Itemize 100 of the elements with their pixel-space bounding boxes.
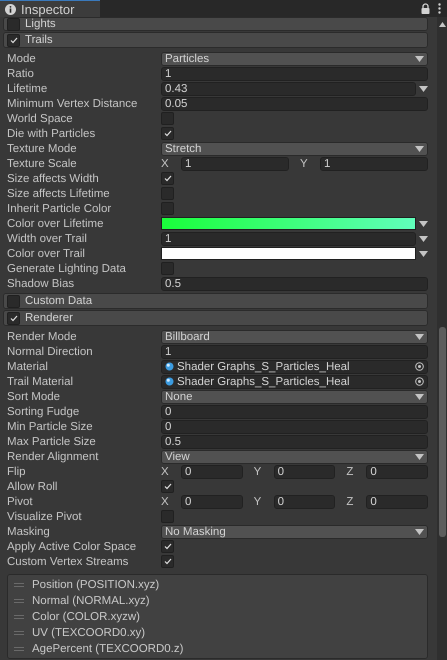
input-field[interactable]: 0 — [274, 494, 336, 508]
section-header[interactable]: Renderer — [3, 310, 428, 326]
property-label: Sort Mode — [7, 390, 62, 402]
checkmark-icon — [164, 130, 172, 137]
axis-label: Z — [346, 496, 354, 508]
checkbox[interactable] — [161, 202, 174, 215]
dropdown[interactable]: No Masking — [161, 524, 428, 538]
dropdown-arrow-icon — [415, 334, 424, 340]
checkbox[interactable] — [161, 187, 174, 200]
object-field[interactable]: Shader Graphs_S_Particles_Heal — [161, 360, 428, 374]
property-label: Max Particle Size — [7, 436, 97, 448]
object-field[interactable]: Shader Graphs_S_Particles_Heal — [161, 374, 428, 388]
checkbox[interactable] — [161, 262, 174, 275]
property-label: Texture Mode — [7, 142, 78, 154]
input-field[interactable]: 0 — [366, 494, 428, 508]
checkbox[interactable] — [161, 127, 174, 140]
sphere-icon — [165, 362, 174, 371]
dropdown[interactable]: Billboard — [161, 330, 428, 344]
property-label: World Space — [7, 112, 74, 124]
property-label: Size affects Width — [7, 172, 100, 184]
input-field[interactable]: 0.43 — [161, 82, 416, 96]
input-field[interactable]: 0 — [161, 420, 428, 434]
property-label: Die with Particles — [7, 128, 96, 140]
section-header[interactable]: Lights — [3, 17, 428, 31]
input-field[interactable]: 0 — [366, 464, 428, 478]
input-field[interactable]: 0.5 — [161, 434, 428, 448]
input-field[interactable]: 0.05 — [161, 96, 428, 110]
checkbox[interactable] — [161, 510, 174, 523]
property-label: Flip — [7, 466, 27, 478]
section-title: Lights — [25, 18, 56, 30]
section-header[interactable]: Custom Data — [3, 293, 428, 309]
color-swatch[interactable] — [161, 247, 416, 260]
dropdown-arrow-icon — [415, 528, 424, 534]
more-options-icon[interactable] — [438, 3, 441, 14]
checkbox[interactable] — [161, 480, 174, 493]
checkmark-icon — [164, 175, 172, 182]
dropdown[interactable]: View — [161, 450, 428, 464]
property-label: Min Particle Size — [7, 420, 94, 432]
property-label: Minimum Vertex Distance — [7, 98, 138, 110]
dropdown-arrow-icon — [415, 56, 424, 62]
property-label: Trail Material — [7, 376, 74, 388]
checkbox[interactable] — [161, 540, 174, 553]
property-label: Material — [7, 360, 49, 372]
section-checkbox[interactable] — [7, 294, 20, 308]
dropdown[interactable]: Stretch — [161, 142, 428, 156]
section-title: Trails — [25, 34, 53, 46]
property-label: Mode — [7, 52, 37, 64]
section-checkbox[interactable] — [7, 312, 20, 324]
input-field[interactable]: 1 — [161, 344, 428, 358]
lock-icon[interactable] — [421, 3, 430, 14]
dropdown[interactable]: None — [161, 390, 428, 404]
input-field[interactable]: 0 — [181, 464, 243, 478]
drag-handle-icon[interactable] — [14, 583, 24, 587]
property-label: Color over Lifetime — [7, 218, 105, 230]
checkbox[interactable] — [161, 555, 174, 568]
dropdown-arrow-icon — [419, 86, 428, 92]
input-field[interactable]: 1 — [161, 232, 416, 246]
stream-item[interactable]: AgePercent (TEXCOORD0.z) — [32, 643, 184, 655]
property-label: Sorting Fudge — [7, 406, 80, 418]
input-field[interactable]: 0 — [161, 404, 428, 418]
property-label: Size affects Lifetime — [7, 188, 111, 200]
property-label: Inherit Particle Color — [7, 202, 112, 214]
section-checkbox[interactable] — [7, 34, 20, 46]
drag-handle-icon[interactable] — [14, 631, 24, 635]
property-label: Custom Vertex Streams — [7, 556, 130, 568]
dropdown-arrow-icon — [415, 394, 424, 400]
scroll-up-icon[interactable] — [438, 22, 446, 27]
input-field[interactable]: 0.5 — [161, 276, 428, 290]
checkmark-icon — [10, 36, 18, 44]
property-label: Apply Active Color Space — [7, 540, 138, 552]
input-field[interactable]: 1 — [161, 66, 428, 80]
gradient-swatch[interactable] — [161, 217, 416, 230]
axis-label: X — [161, 466, 170, 478]
checkbox[interactable] — [161, 112, 174, 125]
sphere-icon — [165, 377, 174, 386]
input-field[interactable]: 1 — [320, 156, 428, 170]
inspector-tab[interactable]: Inspector — [0, 0, 100, 17]
dropdown[interactable]: Particles — [161, 52, 428, 66]
section-checkbox[interactable] — [7, 18, 20, 30]
stream-item[interactable]: UV (TEXCOORD0.xy) — [32, 627, 146, 639]
property-label: Shadow Bias — [7, 278, 76, 290]
stream-item[interactable]: Normal (NORMAL.xyz) — [32, 595, 150, 607]
section-header[interactable]: Trails — [3, 32, 428, 48]
property-label: Lifetime — [7, 82, 48, 94]
drag-handle-icon[interactable] — [14, 647, 24, 651]
stream-item[interactable]: Color (COLOR.xyzw) — [32, 611, 140, 623]
stream-item[interactable]: Position (POSITION.xyz) — [32, 579, 160, 591]
drag-handle-icon[interactable] — [14, 615, 24, 619]
input-field[interactable]: 0 — [181, 494, 243, 508]
info-icon — [5, 4, 16, 14]
input-field[interactable]: 1 — [181, 156, 289, 170]
input-field[interactable]: 0 — [274, 464, 336, 478]
property-label: Width over Trail — [7, 232, 88, 244]
property-label: Masking — [7, 526, 51, 538]
checkbox[interactable] — [161, 172, 174, 185]
dropdown-arrow-icon — [415, 454, 424, 460]
drag-handle-icon[interactable] — [14, 599, 24, 603]
dropdown-arrow-icon — [415, 146, 424, 152]
property-label: Allow Roll — [7, 480, 58, 492]
property-label: Render Mode — [7, 330, 78, 342]
